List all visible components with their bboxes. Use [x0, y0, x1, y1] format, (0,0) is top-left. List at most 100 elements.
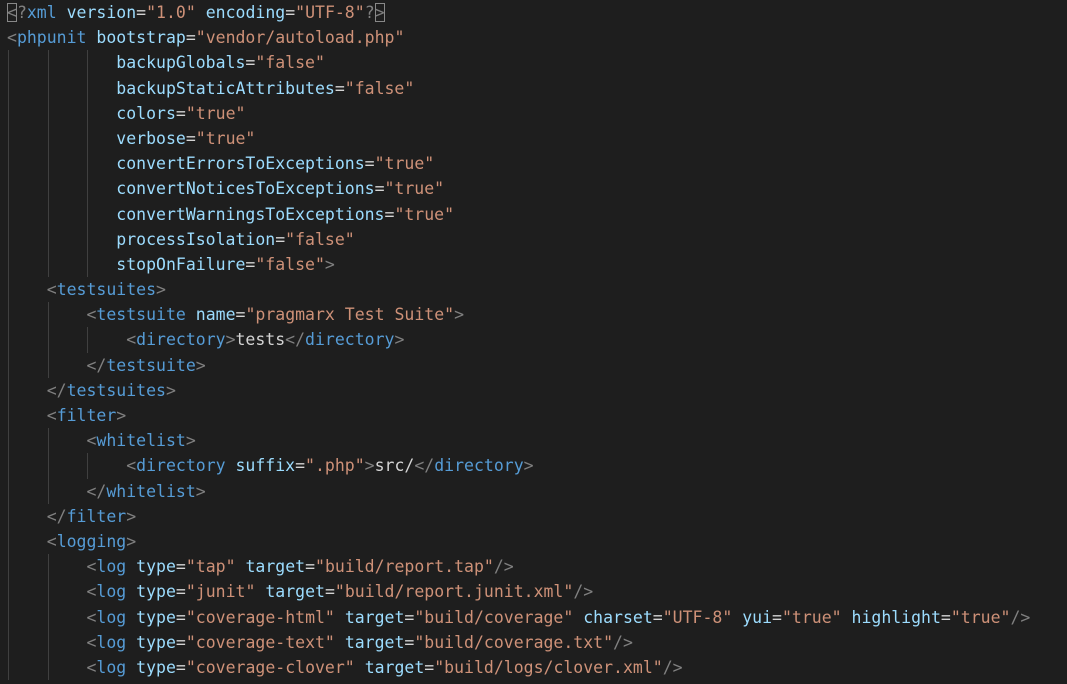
code-attribute-value: "true" [394, 204, 455, 224]
code-equals: = [324, 582, 335, 602]
code-line[interactable]: <directory>tests</directory> [7, 327, 1067, 353]
code-attribute-name: type [136, 657, 176, 677]
code-attribute-name: backupStaticAttributes [116, 78, 335, 98]
code-punctuation: > [156, 280, 166, 300]
code-punctuation: > [324, 254, 335, 274]
indent-guide [8, 201, 9, 227]
code-line[interactable]: stopOnFailure="false"> [7, 251, 1067, 278]
code-line[interactable]: processIsolation="false" [7, 226, 1067, 252]
indent-guide [47, 302, 49, 328]
code-area[interactable]: <?xml version="1.0" encoding="UTF-8"?> <p… [7, 0, 1067, 681]
code-tag-name: log [96, 607, 127, 627]
code-line[interactable]: convertNoticesToExceptions="true" [7, 176, 1067, 202]
code-attribute-value: "coverage-text" [185, 632, 335, 652]
indent-guide [8, 428, 9, 454]
code-punctuation: </ [86, 355, 107, 375]
code-punctuation: > [126, 506, 137, 526]
code-equals: = [374, 179, 385, 199]
code-attribute-name: target [344, 607, 405, 627]
code-attribute-name: target [344, 632, 405, 652]
code-line[interactable]: backupStaticAttributes="false" [7, 75, 1067, 101]
code-tag-name: log [96, 582, 127, 602]
code-tag-name: directory [136, 456, 226, 476]
code-line[interactable]: <?xml version="1.0" encoding="UTF-8"?> [7, 0, 1067, 25]
code-line[interactable]: <log type="junit" target="build/report.j… [7, 579, 1067, 605]
code-punctuation: < [86, 632, 97, 652]
code-line[interactable]: </testsuite> [7, 352, 1067, 378]
code-line[interactable]: backupGlobals="false" [7, 50, 1067, 76]
code-line[interactable]: <logging> [7, 528, 1067, 555]
code-line[interactable]: <phpunit bootstrap="vendor/autoload.php" [7, 25, 1067, 50]
code-line[interactable]: </filter> [7, 503, 1067, 529]
code-line[interactable]: </testsuites> [7, 377, 1067, 403]
code-punctuation: < [46, 406, 57, 425]
code-line[interactable]: <directory suffix=".php">src/</directory… [7, 453, 1067, 479]
indent-guide [8, 327, 9, 353]
code-punctuation: > [185, 431, 196, 451]
code-equals: = [404, 607, 415, 627]
code-attribute-value: "false" [255, 254, 325, 274]
code-line[interactable]: <whitelist> [7, 428, 1067, 454]
indent-guide [87, 327, 89, 353]
code-tag-name: xml [26, 3, 57, 22]
code-line[interactable]: <filter> [7, 403, 1067, 429]
code-equals: = [185, 128, 196, 148]
code-attribute-name: type [136, 607, 176, 627]
code-equals: = [384, 204, 395, 224]
code-editor[interactable]: <?xml version="1.0" encoding="UTF-8"?> <p… [0, 0, 1067, 684]
indent-guide [47, 251, 49, 278]
indent-guide [8, 528, 9, 555]
code-equals: = [175, 657, 186, 677]
code-equals: = [175, 557, 186, 577]
code-line[interactable]: colors="true" [7, 100, 1067, 126]
code-punctuation: < [86, 657, 97, 677]
code-line[interactable]: <log type="coverage-html" target="build/… [7, 604, 1067, 630]
code-line[interactable]: <testsuites> [7, 277, 1067, 303]
indent-guide [87, 151, 89, 177]
code-attribute-name: backupGlobals [116, 53, 246, 73]
indent-guide [87, 50, 89, 76]
code-line[interactable]: verbose="true" [7, 125, 1067, 152]
indent-guide [8, 654, 9, 681]
code-line[interactable]: convertWarningsToExceptions="true" [7, 201, 1067, 227]
code-attribute-value: "false" [344, 78, 415, 98]
code-line[interactable]: <log type="tap" target="build/report.tap… [7, 554, 1067, 580]
code-line[interactable]: convertErrorsToExceptions="true" [7, 151, 1067, 177]
code-tag-name: log [96, 557, 127, 577]
indent-guide [8, 503, 9, 529]
code-equals: = [305, 557, 316, 577]
code-equals: = [275, 229, 286, 249]
code-attribute-value: "UTF-8" [662, 607, 733, 627]
indent-guide [47, 327, 49, 353]
code-tag-name: whitelist [106, 481, 196, 501]
code-tag-name: directory [136, 330, 226, 350]
code-line[interactable]: <testsuite name="pragmarx Test Suite"> [7, 302, 1067, 328]
code-tag-name: logging [56, 531, 127, 551]
code-tag-name: filter [66, 506, 127, 526]
code-attribute-value: "build/logs/clover.xml" [434, 657, 663, 677]
indent-guide [8, 453, 9, 479]
indent-guide [87, 453, 89, 479]
code-line[interactable]: <log type="coverage-clover" target="buil… [7, 654, 1067, 681]
code-text: tests [235, 330, 286, 350]
code-line[interactable]: </whitelist> [7, 478, 1067, 504]
code-equals: = [175, 607, 186, 627]
code-equals: = [245, 53, 256, 73]
indent-guide [8, 579, 9, 605]
indent-guide [8, 478, 9, 504]
code-attribute-name: stopOnFailure [116, 254, 246, 274]
indent-guide [8, 629, 9, 655]
code-line[interactable]: <log type="coverage-text" target="build/… [7, 629, 1067, 655]
